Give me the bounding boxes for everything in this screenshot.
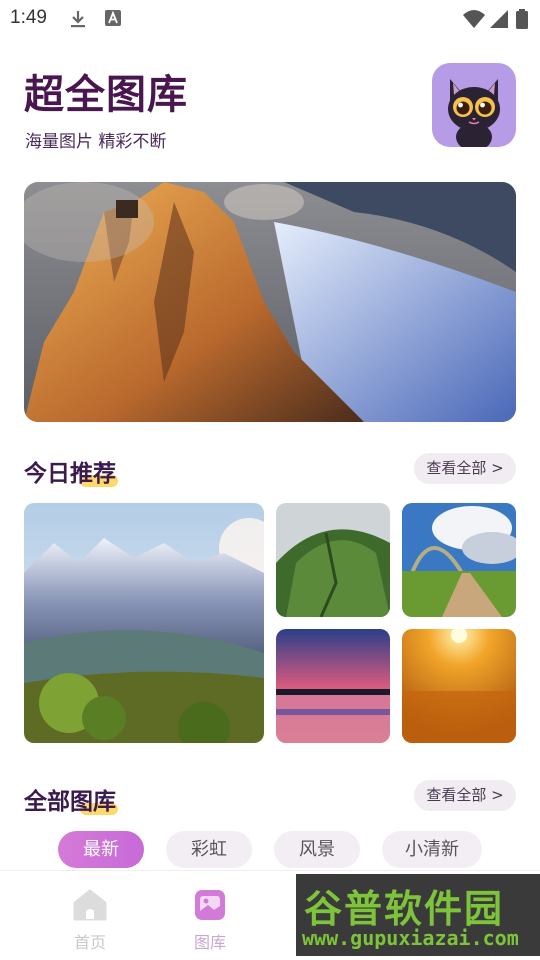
watermark-brand: 谷普软件园 (304, 887, 505, 931)
nav-home-label: 首页 (73, 933, 106, 952)
nav-home[interactable]: 首页 (60, 889, 120, 953)
recommend-photo-golden-sea[interactable] (402, 629, 516, 743)
nav-gallery[interactable]: 图库 (180, 889, 240, 953)
page-subtitle: 海量图片 精彩不断 (25, 132, 167, 152)
today-view-all-button[interactable]: 查看全部 > (414, 453, 516, 484)
a-font-icon (105, 10, 121, 26)
page-title: 超全图库 (24, 72, 188, 118)
tab-scenery[interactable]: 风景 (274, 831, 360, 868)
banner-image[interactable] (24, 182, 516, 422)
tab-fresh[interactable]: 小清新 (382, 831, 482, 868)
recommend-photo-green-hill[interactable] (276, 503, 390, 617)
black-cat-icon (448, 79, 500, 147)
home-icon (73, 889, 107, 921)
gallery-icon (195, 890, 225, 920)
tab-latest[interactable]: 最新 (58, 831, 144, 868)
today-title-label: 今日推荐 (24, 461, 116, 487)
nav-gallery-label: 图库 (193, 933, 226, 952)
tab-rainbow[interactable]: 彩虹 (166, 831, 252, 868)
status-bar: 1:49 (0, 0, 540, 36)
battery-icon (516, 9, 528, 29)
gallery-title-label: 全部图库 (24, 789, 116, 815)
wifi-icon (463, 10, 485, 28)
signal-icon (490, 10, 508, 28)
status-time: 1:49 (10, 7, 47, 28)
today-section-title: 今日推荐 (24, 454, 118, 488)
watermark-url: www.gupuxiazai.com (302, 926, 519, 950)
watermark-logo: 谷普软件园 www.gupuxiazai.com (296, 874, 540, 956)
recommend-photo-sunset-lake[interactable] (276, 629, 390, 743)
recommend-photo-rainbow-road[interactable] (402, 503, 516, 617)
avatar[interactable] (432, 63, 516, 147)
download-icon (71, 11, 85, 28)
gallery-view-all-button[interactable]: 查看全部 > (414, 780, 516, 811)
gallery-section-title: 全部图库 (24, 782, 118, 816)
recommend-photo-mountains[interactable] (24, 503, 264, 743)
